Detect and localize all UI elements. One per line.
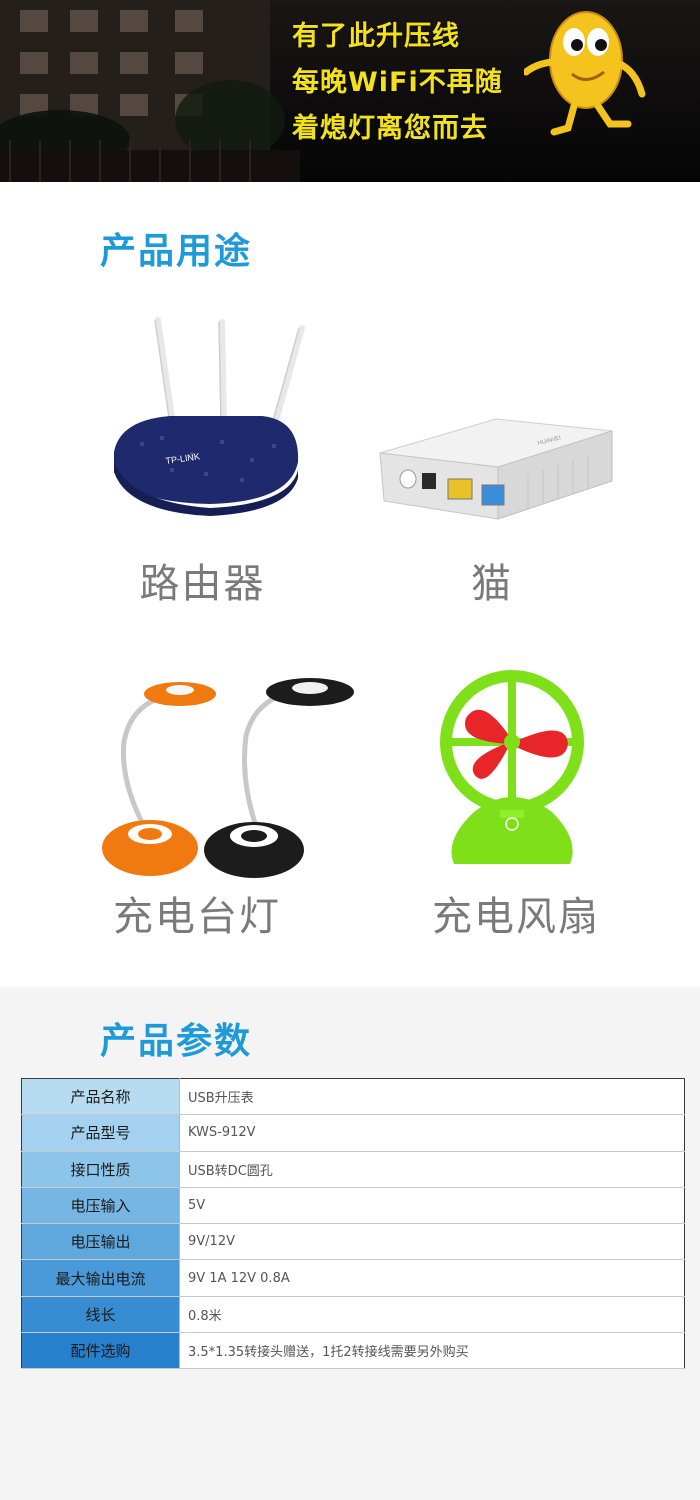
table-row: 最大输出电流 9V 1A 12V 0.8A bbox=[21, 1259, 685, 1297]
banner-slogan: 有了此升压线 每晚WiFi不再随 着熄灯离您而去 bbox=[292, 14, 552, 152]
caption-desk-lamp: 充电台灯 bbox=[113, 894, 281, 940]
spec-label: 产品名称 bbox=[21, 1078, 180, 1116]
spec-table: 产品名称 USB升压表 产品型号 KWS-912V 接口性质 USB转DC圆孔 电压输入 5V… bbox=[21, 1078, 685, 1370]
banner: 有了此升压线 每晚WiFi不再随 着熄灯离您而去 bbox=[0, 0, 700, 182]
router-icon: TP-LINK bbox=[114, 317, 305, 516]
desk-lamp-icon bbox=[102, 678, 354, 878]
caption-fan: 充电风扇 bbox=[432, 894, 600, 940]
spec-label: 配件选购 bbox=[21, 1332, 180, 1370]
spec-label: 最大输出电流 bbox=[21, 1259, 180, 1297]
spec-value: 3.5*1.35转接头赠送，1托2转接线需要另外购买 bbox=[179, 1332, 685, 1370]
table-row: 产品名称 USB升压表 bbox=[21, 1078, 685, 1116]
spec-value: KWS-912V bbox=[179, 1114, 685, 1152]
modem-icon: HUAWEI bbox=[379, 418, 613, 520]
banner-line-2: 每晚WiFi不再随 bbox=[292, 67, 503, 98]
spec-value: USB升压表 bbox=[179, 1078, 685, 1116]
params-title: 产品参数 bbox=[100, 1021, 253, 1062]
spec-label: 产品型号 bbox=[21, 1114, 180, 1152]
spec-label: 接口性质 bbox=[21, 1151, 180, 1188]
product-page: 有了此升压线 每晚WiFi不再随 着熄灯离您而去 产品用途 TP-LINK 路由… bbox=[0, 0, 700, 1500]
spec-value: USB转DC圆孔 bbox=[179, 1151, 685, 1188]
spec-label: 电压输出 bbox=[21, 1223, 180, 1261]
spec-label: 线长 bbox=[21, 1296, 180, 1334]
spec-value: 0.8米 bbox=[179, 1296, 685, 1334]
spec-value: 5V bbox=[179, 1187, 685, 1225]
caption-modem: 猫 bbox=[471, 561, 513, 607]
mascot-icon bbox=[524, 11, 646, 136]
table-row: 配件选购 3.5*1.35转接头赠送，1托2转接线需要另外购买 bbox=[21, 1332, 685, 1370]
uses-title: 产品用途 bbox=[100, 231, 253, 272]
spec-value: 9V/12V bbox=[179, 1223, 685, 1261]
spec-label: 电压输入 bbox=[21, 1187, 180, 1225]
table-row: 电压输入 5V bbox=[21, 1187, 685, 1225]
caption-router: 路由器 bbox=[139, 561, 266, 607]
table-row: 电压输出 9V/12V bbox=[21, 1223, 685, 1261]
banner-line-3: 着熄灯离您而去 bbox=[292, 113, 488, 144]
table-row: 接口性质 USB转DC圆孔 bbox=[21, 1151, 685, 1188]
fan-icon bbox=[440, 670, 584, 864]
spec-value: 9V 1A 12V 0.8A bbox=[179, 1259, 685, 1297]
banner-line-1: 有了此升压线 bbox=[292, 21, 460, 52]
table-row: 线长 0.8米 bbox=[21, 1296, 685, 1334]
table-row: 产品型号 KWS-912V bbox=[21, 1114, 685, 1152]
